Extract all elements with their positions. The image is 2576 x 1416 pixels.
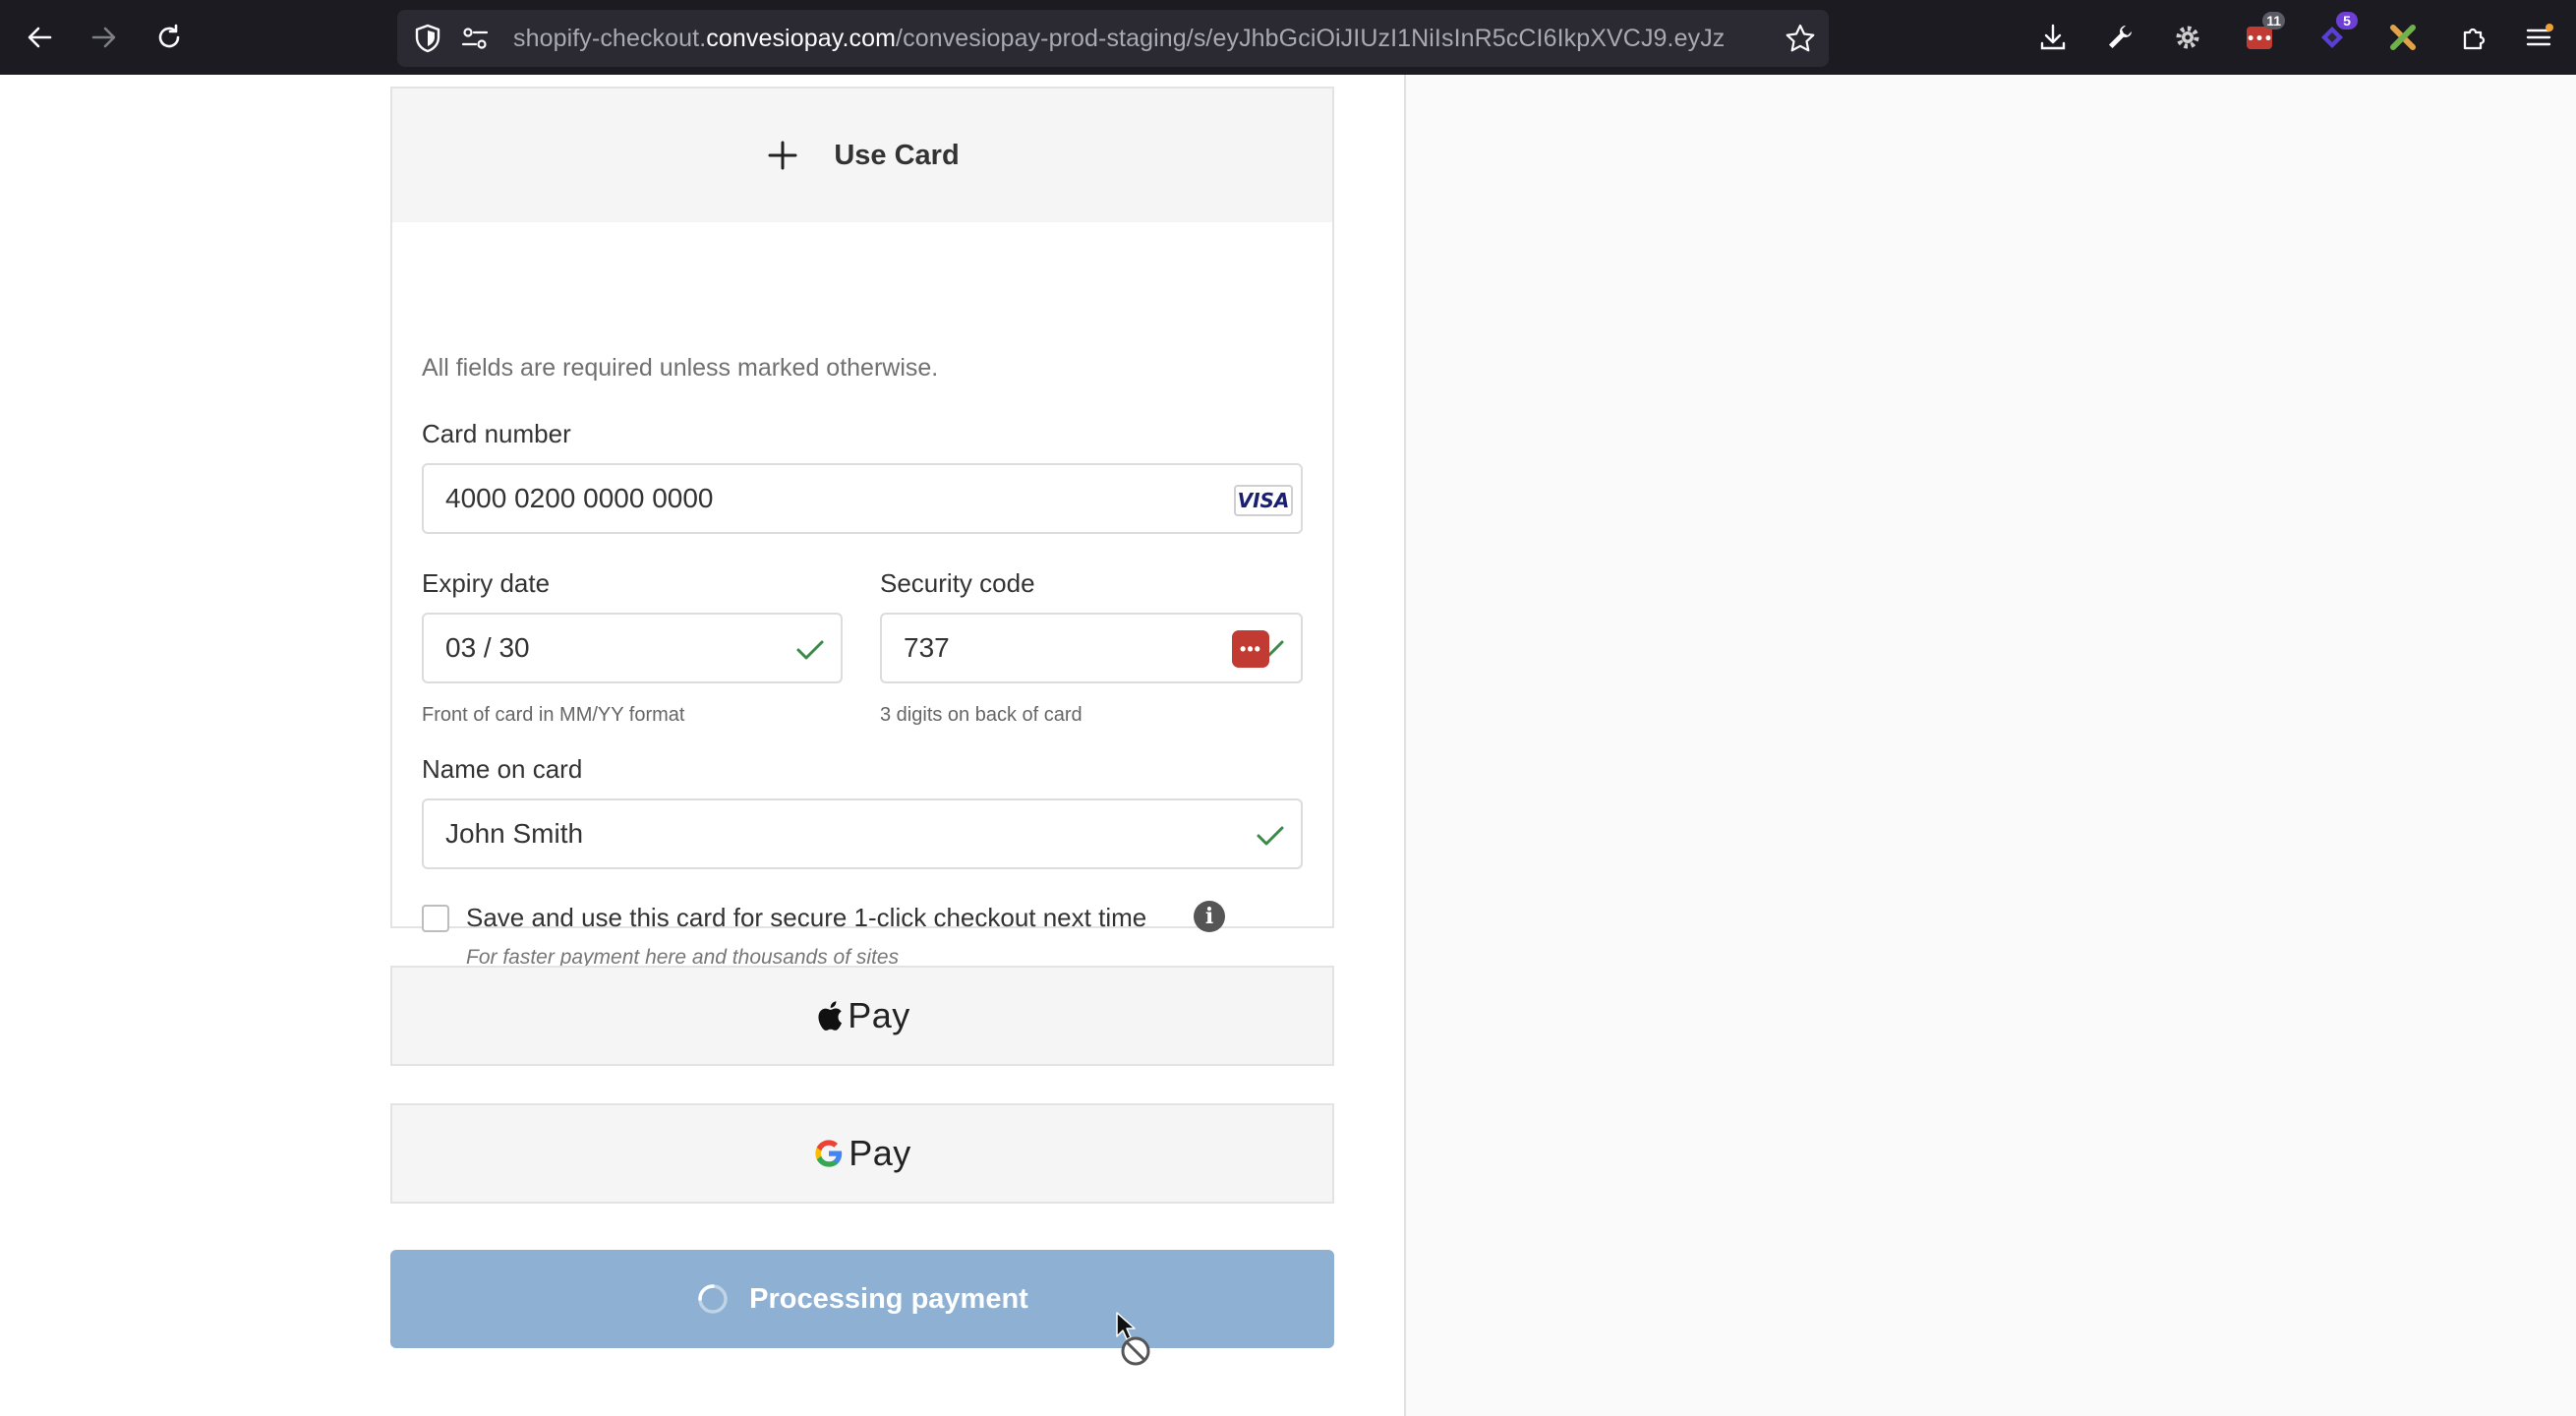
url-fade [1732,10,1772,67]
security-code-value: 737 [904,632,950,663]
spinner-icon [698,1284,728,1314]
security-code-label: Security code [880,568,1035,598]
url-path: /convesiopay-prod-staging/s/eyJhbGciOiJI… [896,25,1726,52]
url-domain: convesiopay.com [706,25,897,52]
apple-pay-button[interactable]: Pay [390,966,1334,1066]
address-bar[interactable]: shopify-checkout.convesiopay.com/convesi… [397,10,1829,67]
browser-toolbar: shopify-checkout.convesiopay.com/convesi… [0,0,2576,75]
x-extension-button[interactable] [2383,18,2423,57]
plus-icon [768,141,797,170]
card-form: All fields are required unless marked ot… [390,222,1334,969]
name-on-card-input[interactable]: John Smith [422,798,1303,869]
card-number-label: Card number [422,419,571,448]
security-code-hint: 3 digits on back of card [880,704,1083,726]
cross-extension-icon [2390,25,2416,50]
checkout-page: Use Card All fields are required unless … [0,75,2576,1416]
settings-extension-button[interactable] [2168,18,2207,57]
required-note: All fields are required unless marked ot… [422,354,939,382]
url-prefix: shopify-checkout. [513,25,707,52]
purple-extension-button[interactable]: 5 [2313,12,2358,57]
shield-icon[interactable] [411,22,444,55]
not-allowed-icon [1121,1336,1150,1366]
name-on-card-label: Name on card [422,754,583,784]
card-number-input[interactable]: 4000 0200 0000 0000 VISA [422,463,1303,534]
use-card-header[interactable]: Use Card [390,87,1334,222]
order-summary-pane [1404,75,2576,1416]
back-icon [28,27,52,48]
card-number-value: 4000 0200 0000 0000 [445,483,714,513]
expiry-value: 03 / 30 [445,632,530,663]
google-logo-icon [815,1140,843,1167]
name-on-card-value: John Smith [445,818,584,849]
reload-icon [158,24,180,48]
forward-button[interactable] [81,14,128,61]
processing-payment-button[interactable]: Processing payment [390,1250,1334,1348]
password-autofill-icon[interactable]: ••• [1232,630,1269,668]
expiry-label: Expiry date [422,568,551,598]
save-card-checkbox[interactable] [422,905,449,932]
processing-payment-label: Processing payment [749,1282,1028,1315]
expiry-hint: Front of card in MM/YY format [422,704,685,726]
reload-button[interactable] [146,14,193,61]
apple-logo-icon [818,1001,843,1031]
menu-icon [2526,24,2553,46]
save-card-label[interactable]: Save and use this card for secure 1-clic… [466,903,1146,933]
permissions-icon[interactable] [458,22,492,55]
use-card-label: Use Card [834,139,960,171]
visa-icon: VISA [1234,485,1293,516]
extension-badge-count: 5 [2336,12,2358,30]
downloads-icon [2040,24,2066,50]
svg-text:•••: ••• [2247,31,2273,47]
check-icon [796,640,824,660]
downloads-button[interactable] [2033,18,2073,57]
info-icon[interactable]: i [1194,901,1225,932]
gear-icon [2176,26,2199,49]
back-button[interactable] [16,14,63,61]
wrench-icon [2109,26,2132,48]
extension-badge-count: 11 [2262,12,2285,30]
google-pay-label: Pay [849,1133,911,1173]
check-icon [1257,826,1284,846]
url-text[interactable]: shopify-checkout.convesiopay.com/convesi… [513,10,1772,67]
extensions-button[interactable] [2454,18,2493,57]
security-code-input[interactable]: 737 ••• [880,613,1303,683]
extensions-icon [2463,28,2486,50]
app-menu-button[interactable] [2519,18,2558,57]
bookmark-star-icon[interactable] [1784,22,1817,55]
devtools-button[interactable] [2100,18,2139,57]
password-extension-button[interactable]: ••• 11 [2240,12,2285,57]
apple-pay-label: Pay [848,995,910,1035]
forward-icon [91,27,116,48]
expiry-input[interactable]: 03 / 30 [422,613,843,683]
google-pay-button[interactable]: Pay [390,1103,1334,1204]
